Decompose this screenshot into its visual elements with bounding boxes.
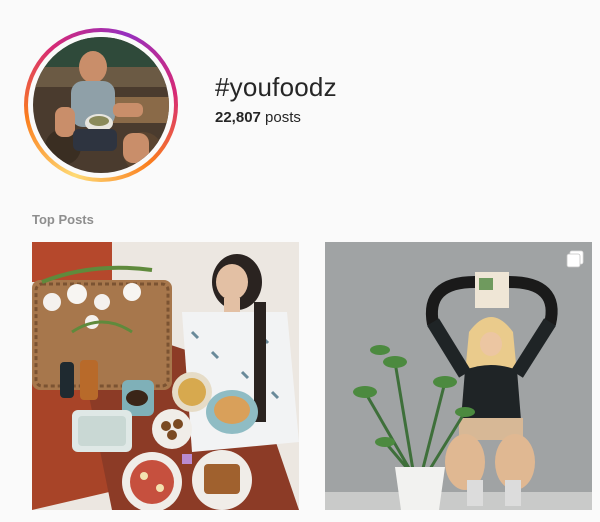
post-photo-picnic (32, 242, 299, 510)
post-tile[interactable] (32, 242, 299, 510)
post-photo-woman-plant (325, 242, 592, 510)
top-posts-label: Top Posts (32, 212, 94, 227)
hashtag-title: #youfoodz (215, 72, 337, 102)
hashtag-avatar[interactable] (33, 37, 169, 173)
post-count-number: 22,807 (215, 109, 261, 126)
post-tile[interactable] (325, 242, 592, 510)
multiple-photos-icon (566, 250, 584, 268)
avatar-photo (33, 37, 169, 173)
post-count-suffix: posts (260, 109, 301, 126)
post-count: 22,807 posts (215, 109, 301, 126)
hashtag-header: #youfoodz 22,807 posts (0, 0, 600, 200)
hashtag-avatar-ring (24, 28, 178, 182)
